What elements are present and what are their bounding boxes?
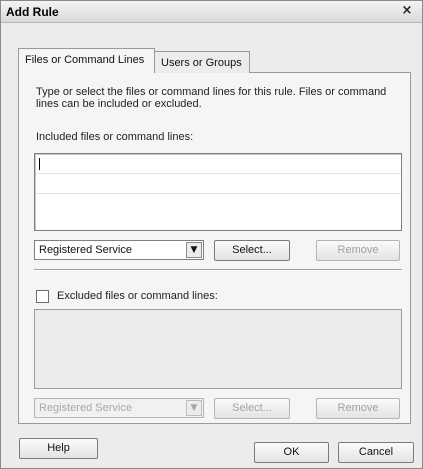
select-button[interactable]: Select...	[214, 240, 290, 261]
tab-users-or-groups[interactable]: Users or Groups	[154, 51, 250, 73]
cancel-button[interactable]: Cancel	[338, 442, 414, 463]
excluded-remove-button[interactable]: Remove	[316, 398, 400, 419]
excluded-select-button[interactable]: Select...	[214, 398, 290, 419]
tab-files-or-command-lines[interactable]: Files or Command Lines	[18, 48, 155, 73]
list-item[interactable]	[36, 155, 401, 174]
help-button[interactable]: Help	[19, 438, 98, 459]
excluded-type-value: Registered Service	[39, 402, 132, 414]
excluded-label[interactable]: Excluded files or command lines:	[57, 290, 218, 302]
included-label: Included files or command lines:	[36, 131, 194, 143]
ok-button[interactable]: OK	[254, 442, 329, 463]
included-list[interactable]	[34, 153, 402, 231]
remove-button[interactable]: Remove	[316, 240, 400, 261]
rule-description: Type or select the files or command line…	[36, 86, 387, 110]
excluded-list	[34, 309, 402, 389]
chevron-down-icon[interactable]: ▼	[186, 242, 202, 258]
add-rule-dialog: Add Rule × Files or Command Lines Users …	[0, 0, 423, 469]
included-type-select[interactable]: Registered Service ▼	[34, 240, 204, 260]
list-item[interactable]	[36, 175, 401, 194]
included-type-value: Registered Service	[39, 244, 132, 256]
list-item[interactable]	[36, 195, 401, 214]
close-icon[interactable]: ×	[400, 4, 414, 18]
title-bar[interactable]: Add Rule ×	[1, 1, 422, 23]
excluded-checkbox[interactable]	[36, 290, 49, 303]
chevron-down-icon[interactable]: ▼	[186, 400, 202, 416]
excluded-type-select[interactable]: Registered Service ▼	[34, 398, 204, 418]
window-title: Add Rule	[6, 5, 59, 19]
section-divider	[34, 269, 402, 271]
text-cursor	[39, 158, 40, 170]
